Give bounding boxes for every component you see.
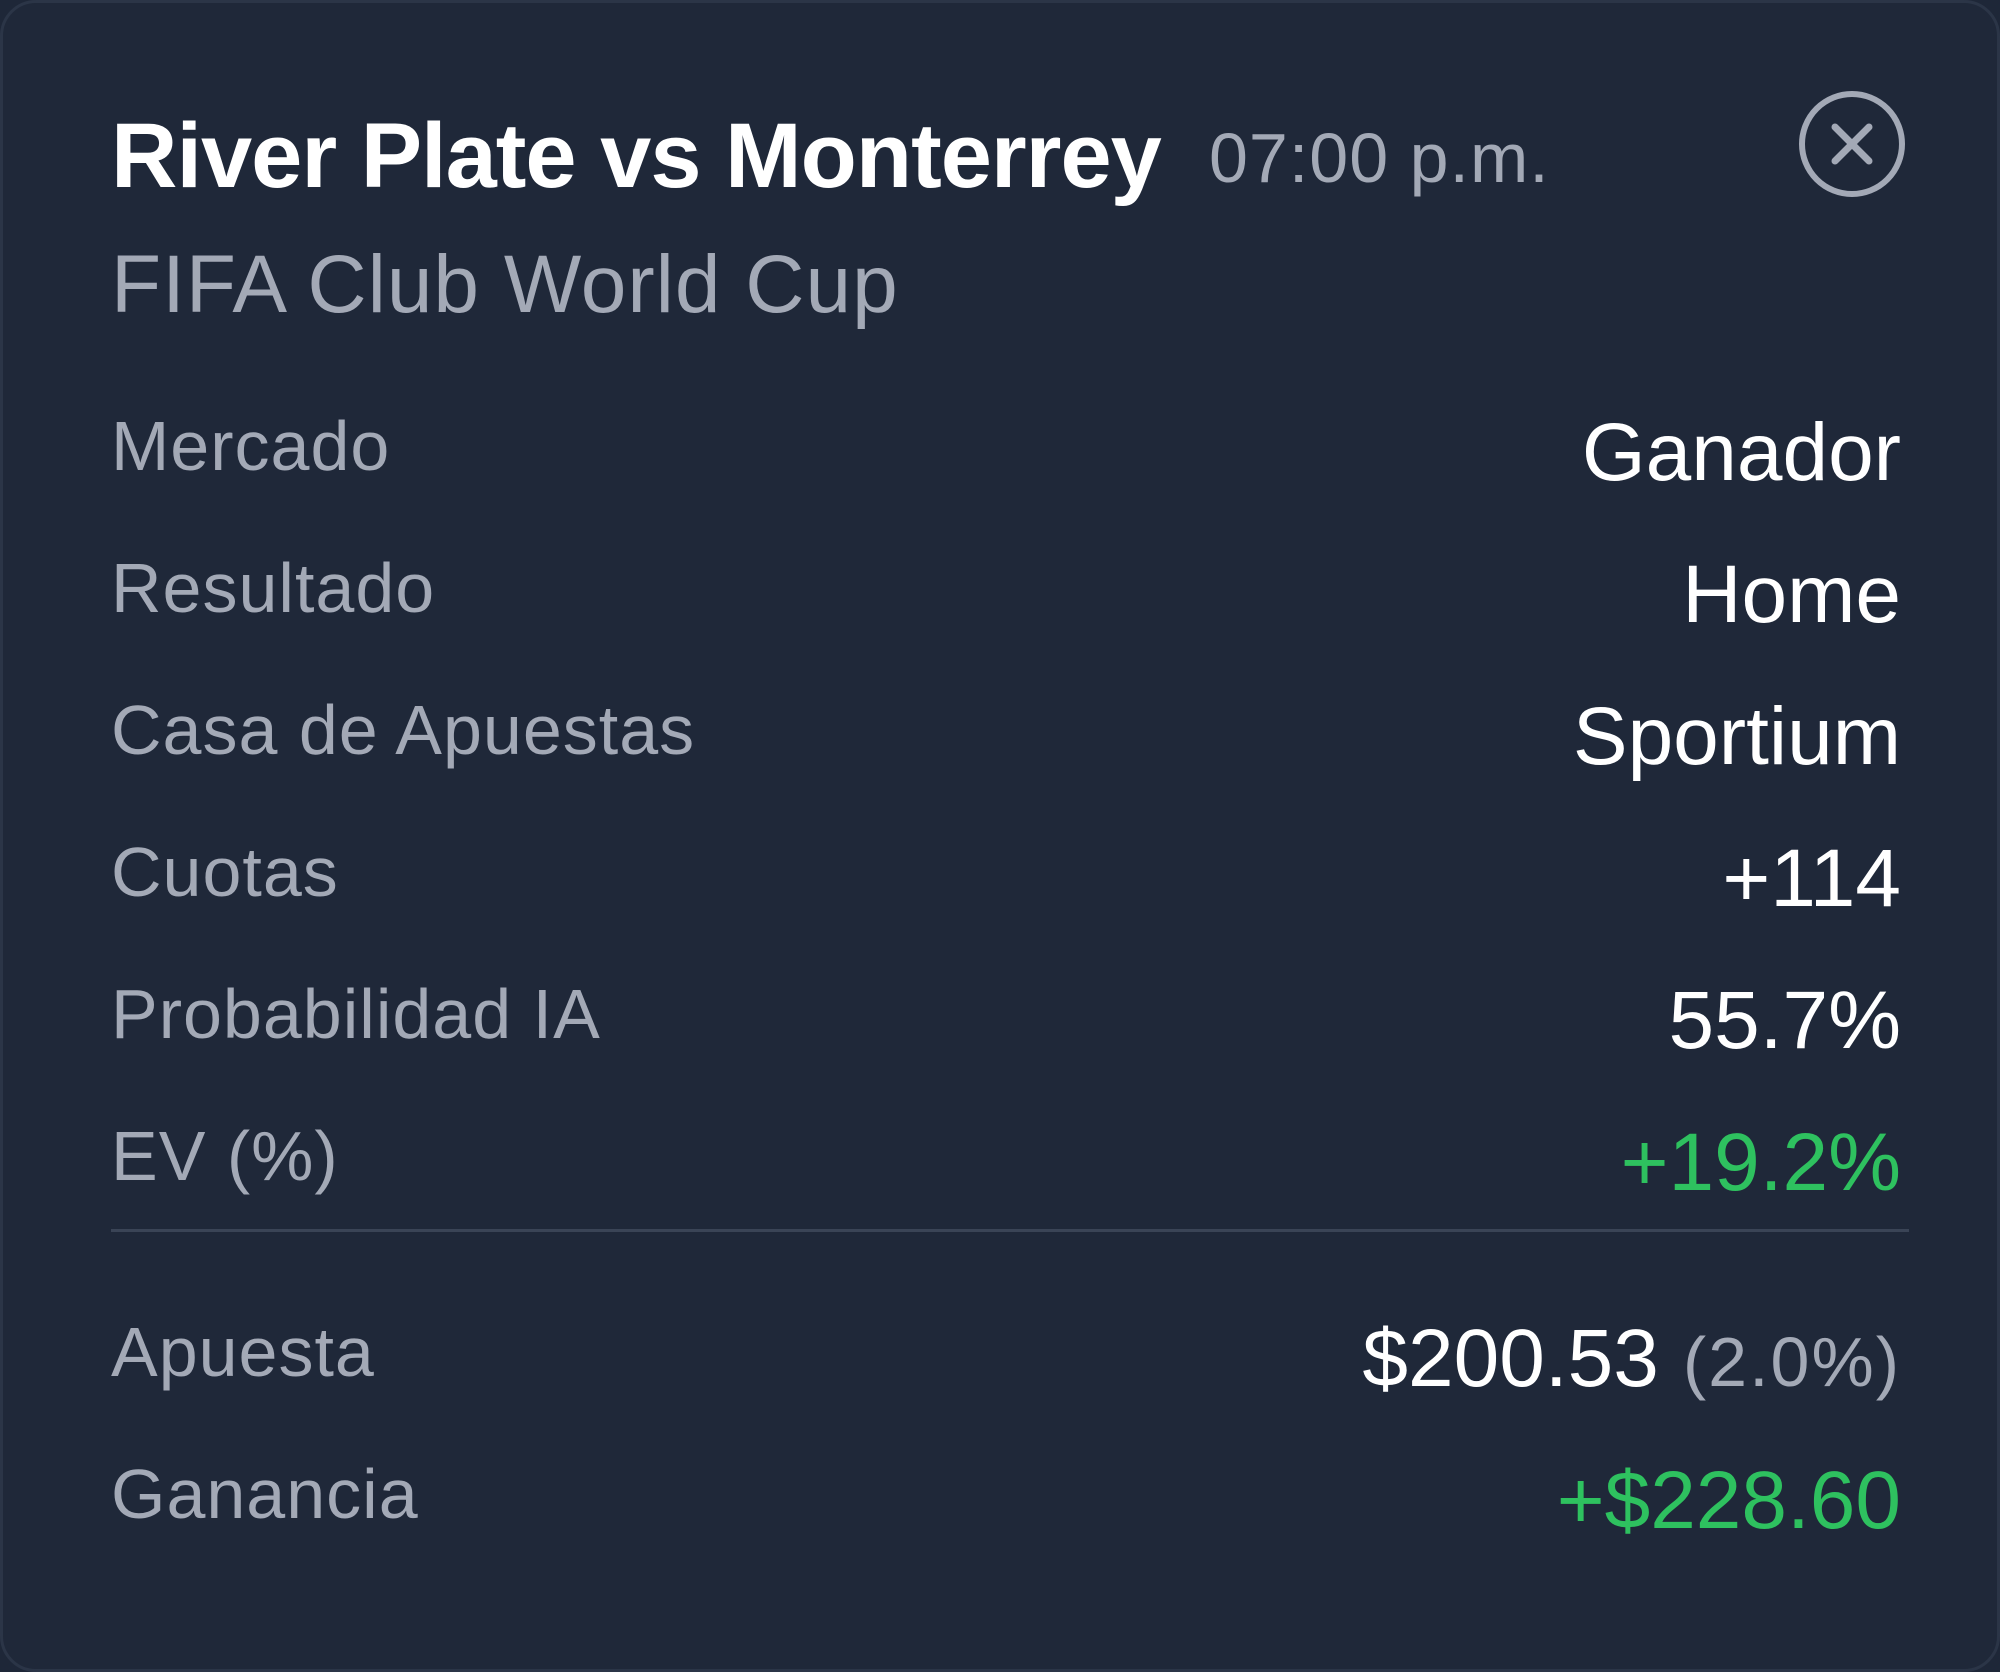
ev-label: EV (%) — [111, 1117, 339, 1195]
result-value: Home — [1682, 549, 1901, 640]
stake-amount: $200.53 — [1362, 1313, 1659, 1404]
bet-detail-card: River Plate vs Monterrey 07:00 p.m. FIFA… — [0, 0, 2000, 1672]
close-button[interactable] — [1799, 91, 1905, 197]
match-time: 07:00 p.m. — [1209, 119, 1550, 197]
bookmaker-label: Casa de Apuestas — [111, 691, 696, 769]
divider — [111, 1229, 1909, 1232]
match-title: River Plate vs Monterrey — [111, 105, 1162, 207]
bookmaker-value: Sportium — [1572, 691, 1901, 782]
profit-label: Ganancia — [111, 1455, 419, 1533]
close-icon — [1831, 123, 1873, 165]
stake-label: Apuesta — [111, 1313, 375, 1391]
ev-value: +19.2% — [1620, 1117, 1901, 1208]
market-value: Ganador — [1581, 407, 1901, 498]
profit-value: +$228.60 — [1556, 1455, 1901, 1546]
odds-value: +114 — [1722, 833, 1901, 924]
stake-value: $200.53 (2.0%) — [1362, 1309, 1901, 1412]
odds-label: Cuotas — [111, 833, 339, 911]
probability-label: Probabilidad IA — [111, 975, 601, 1053]
probability-value: 55.7% — [1668, 975, 1901, 1066]
market-label: Mercado — [111, 407, 391, 485]
result-label: Resultado — [111, 549, 436, 627]
league-name: FIFA Club World Cup — [111, 239, 899, 330]
stake-percent: (2.0%) — [1682, 1323, 1901, 1401]
